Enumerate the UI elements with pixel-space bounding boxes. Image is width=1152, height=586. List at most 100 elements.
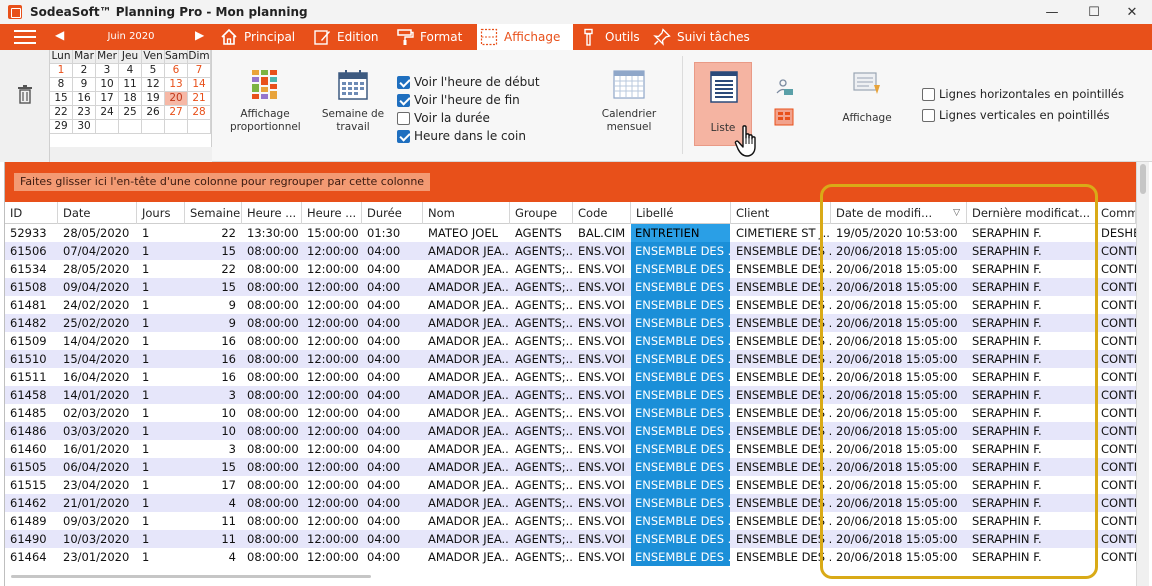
sort-filter-icon[interactable]: ▽ [953,202,960,224]
calendar-day[interactable]: 13 [165,78,188,92]
vertical-scroll-thumb[interactable] [1140,164,1146,194]
calendar-day[interactable]: 17 [96,92,119,106]
calendar-day[interactable]: 6 [165,64,188,78]
column-header[interactable]: Heure ... [302,202,362,224]
table-row[interactable]: 61505 06/04/2020 1 15 08:00:00 12:00:00 04:00 A… [5,458,1136,476]
calendar-day[interactable]: 4 [119,64,142,78]
table-row[interactable]: 52933 28/05/2020 1 22 13:30:00 15:00:00 01:30 M… [5,224,1136,242]
table-row[interactable]: 61490 10/03/2020 1 11 08:00:00 12:00:00 04:00 A… [5,530,1136,548]
column-header[interactable]: ID [5,202,58,224]
table-row[interactable]: 61511 16/04/2020 1 16 08:00:00 12:00:00 04:00 A… [5,368,1136,386]
calendar-day[interactable]: 9 [73,78,96,92]
column-header[interactable]: Comm [1096,202,1136,224]
calendar-day[interactable]: 1 [50,64,73,78]
calendar-day[interactable]: 16 [73,92,96,106]
checkbox-box[interactable] [397,129,410,143]
lignes-verticales-checkbox[interactable]: Lignes verticales en pointillés [922,107,1110,123]
table-row[interactable]: 61462 21/01/2020 1 4 08:00:00 12:00:00 04:00 AM… [5,494,1136,512]
checkbox-box[interactable] [922,108,935,122]
user-assign-icon[interactable] [774,78,794,96]
calendar-day[interactable]: 19 [142,92,165,106]
table-row[interactable]: 61509 14/04/2020 1 16 08:00:00 12:00:00 04:00 A… [5,332,1136,350]
calendar-day[interactable]: 30 [73,120,96,134]
table-row[interactable]: 61486 03/03/2020 1 10 08:00:00 12:00:00 04:00 A… [5,422,1136,440]
table-row[interactable]: 61515 23/04/2020 1 17 08:00:00 12:00:00 04:00 A… [5,476,1136,494]
voir-heure-debut-checkbox[interactable]: Voir l'heure de début [397,74,540,90]
table-row[interactable]: 61481 24/02/2020 1 9 08:00:00 12:00:00 04:00 AM… [5,296,1136,314]
column-header[interactable]: Date de modifi... ▽ [831,202,967,224]
horizontal-scroll-thumb[interactable] [11,575,371,578]
maximize-button[interactable]: ☐ [1074,0,1114,24]
trash-icon[interactable] [17,84,33,104]
table-row[interactable]: 61458 14/01/2020 1 3 08:00:00 12:00:00 04:00 AM… [5,386,1136,404]
affichage-proportionnel-button[interactable]: Affichage proportionnel [230,68,301,134]
table-row[interactable]: 61482 25/02/2020 1 9 08:00:00 12:00:00 04:00 AM… [5,314,1136,332]
calendar-day[interactable]: 25 [119,106,142,120]
close-button[interactable]: ✕ [1112,0,1152,24]
table-row[interactable]: 61510 15/04/2020 1 16 08:00:00 12:00:00 04:00 A… [5,350,1136,368]
checkbox-box[interactable] [922,87,935,101]
calendar-day[interactable]: 27 [165,106,188,120]
table-row[interactable]: 61485 02/03/2020 1 10 08:00:00 12:00:00 04:00 A… [5,404,1136,422]
column-header[interactable]: Client [731,202,831,224]
calendar-day[interactable]: 8 [50,78,73,92]
voir-heure-fin-checkbox[interactable]: Voir l'heure de fin [397,92,520,108]
calendar-day[interactable]: 15 [50,92,73,106]
checkbox-box[interactable] [397,93,410,107]
calendar-day[interactable]: 5 [142,64,165,78]
column-header[interactable]: Groupe [510,202,573,224]
calendar-day[interactable]: 24 [96,106,119,120]
column-header[interactable]: Jours [137,202,185,224]
table-row[interactable]: 61508 09/04/2020 1 15 08:00:00 12:00:00 04:00 A… [5,278,1136,296]
voir-duree-checkbox[interactable]: Voir la durée [397,110,490,126]
calendar-day[interactable]: 3 [96,64,119,78]
menu-hamburger-icon[interactable] [14,30,36,44]
calendar-day[interactable]: 20 [165,92,188,106]
grid-color-icon[interactable] [774,108,794,126]
calendar-day[interactable]: 26 [142,106,165,120]
calendar-day[interactable]: 21 [188,92,211,106]
checkbox-box[interactable] [397,111,410,125]
tab-edition[interactable]: Edition [313,24,388,50]
next-month-button[interactable]: ▶ [195,28,204,42]
calendar-day[interactable]: 28 [188,106,211,120]
group-by-panel[interactable]: Faites glisser ici l'en-tête d'une colon… [5,162,1136,202]
semaine-travail-button[interactable]: Semaine de travail [318,68,388,134]
heure-dans-coin-checkbox[interactable]: Heure dans le coin [397,128,526,144]
table-row[interactable]: 61489 09/03/2020 1 11 08:00:00 12:00:00 04:00 A… [5,512,1136,530]
column-header[interactable]: Date [58,202,137,224]
column-header[interactable]: Semaine [185,202,242,224]
horizontal-scrollbar[interactable] [5,566,1136,586]
calendar-day[interactable]: 12 [142,78,165,92]
calendar-day[interactable]: 22 [50,106,73,120]
calendar-day[interactable]: 11 [119,78,142,92]
table-row[interactable]: 61460 16/01/2020 1 3 08:00:00 12:00:00 04:00 AM… [5,440,1136,458]
minimize-button[interactable]: — [1032,0,1072,24]
tab-affichage[interactable]: Affichage [477,24,573,50]
column-header[interactable]: Nom [423,202,510,224]
calendar-day[interactable]: 10 [96,78,119,92]
affichage-button[interactable]: Affichage [836,70,898,125]
lignes-horizontales-checkbox[interactable]: Lignes horizontales en pointillés [922,86,1124,102]
column-header[interactable]: Code [573,202,631,224]
column-header[interactable]: Libellé [631,202,731,224]
column-header[interactable]: Durée [362,202,423,224]
column-header[interactable]: Dernière modificat... [967,202,1096,224]
tab-format[interactable]: Format [396,24,471,50]
tab-outils[interactable]: Outils [581,24,645,50]
calendrier-mensuel-button[interactable]: Calendrier mensuel [596,70,662,134]
vertical-scrollbar[interactable] [1136,162,1149,586]
checkbox-box[interactable] [397,75,410,89]
tab-suivi-taches[interactable]: Suivi tâches [653,24,753,50]
tab-principal[interactable]: Principal [220,24,304,50]
calendar-day[interactable]: 23 [73,106,96,120]
column-header[interactable]: Heure ... [242,202,302,224]
calendar-day[interactable]: 7 [188,64,211,78]
table-row[interactable]: 61464 23/01/2020 1 4 08:00:00 12:00:00 04:00 AM… [5,548,1136,566]
calendar-day[interactable]: 29 [50,120,73,134]
table-row[interactable]: 61506 07/04/2020 1 15 08:00:00 12:00:00 04:00 A… [5,242,1136,260]
calendar-day[interactable]: 14 [188,78,211,92]
calendar-day[interactable]: 2 [73,64,96,78]
table-row[interactable]: 61534 28/05/2020 1 22 08:00:00 12:00:00 04:00 A… [5,260,1136,278]
calendar-day[interactable]: 18 [119,92,142,106]
